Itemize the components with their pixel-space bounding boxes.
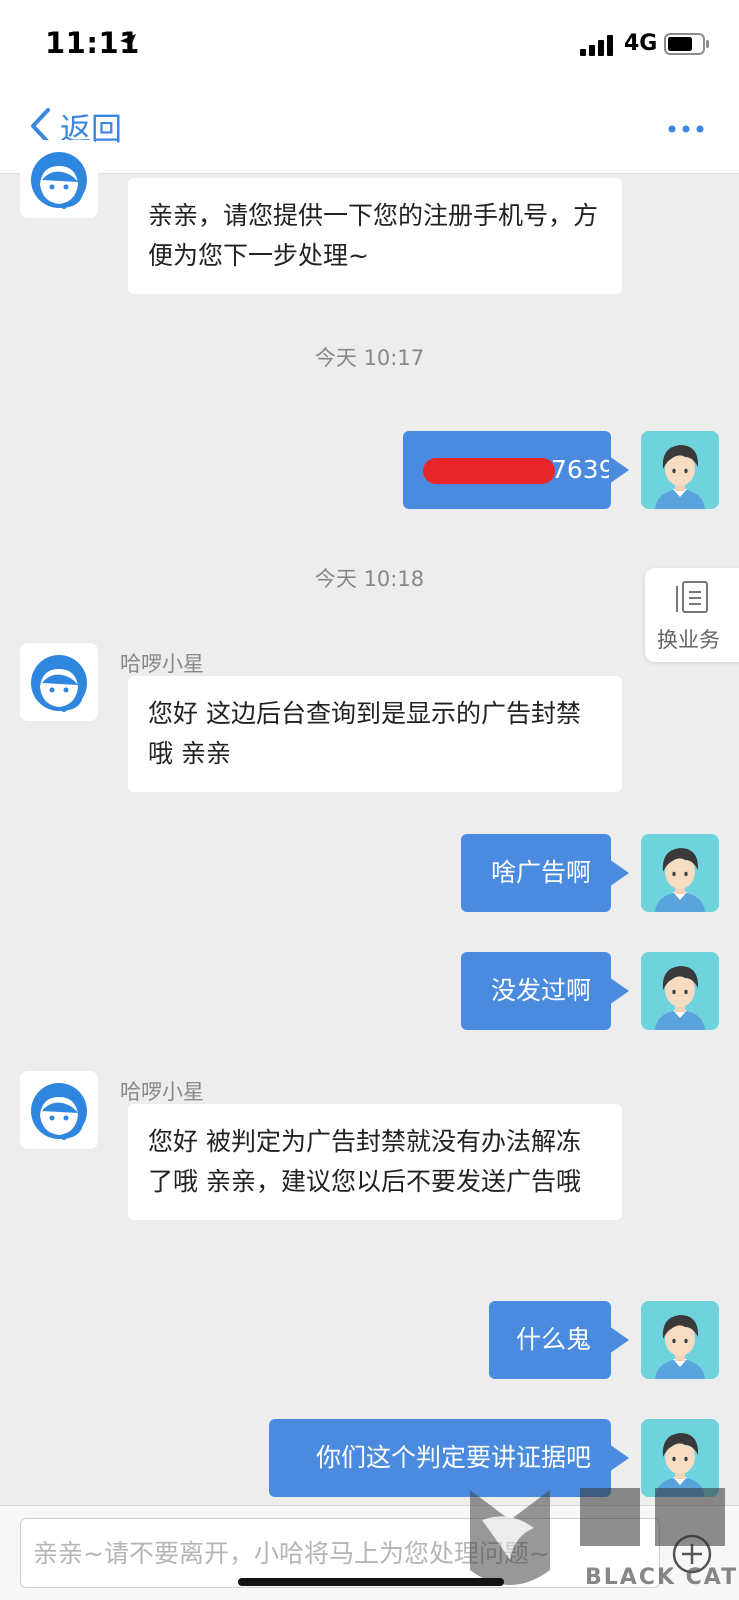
bot-avatar[interactable] <box>20 643 98 721</box>
chat-screen: 11:11 4G 返回 亲亲，请您提供一下您的注册手机号，方便为您下一步处理~ … <box>0 0 739 1600</box>
document-list-icon <box>676 581 708 613</box>
switch-service-label: 换业务 <box>657 628 720 652</box>
network-type: 4G <box>624 31 658 56</box>
more-icon[interactable] <box>666 122 706 136</box>
message-bubble-incoming[interactable]: 您好 被判定为广告封禁就没有办法解冻了哦 亲亲，建议您以后不要发送广告哦 <box>128 1104 622 1220</box>
message-bubble-outgoing[interactable]: 7639 <box>403 431 629 509</box>
user-avatar-icon <box>641 952 719 1030</box>
message-bubble-incoming[interactable]: 您好 这边后台查询到是显示的广告封禁哦 亲亲 <box>128 676 622 792</box>
nav-bar: 返回 <box>0 82 739 174</box>
signal-icon <box>580 34 614 56</box>
user-avatar-icon <box>641 1301 719 1379</box>
user-avatar[interactable] <box>641 834 719 912</box>
message-list[interactable]: 亲亲，请您提供一下您的注册手机号，方便为您下一步处理~ 今天 10:17 763… <box>0 140 739 1505</box>
user-avatar-icon <box>641 431 719 509</box>
redaction-mark <box>423 458 555 484</box>
status-bar: 11:11 4G <box>0 0 739 82</box>
timestamp: 今天 10:17 <box>314 346 425 370</box>
location-arrow-icon <box>120 34 136 50</box>
user-avatar[interactable] <box>641 431 719 509</box>
customer-service-icon <box>31 655 87 712</box>
message-bubble-outgoing[interactable]: 啥广告啊 <box>461 834 629 912</box>
customer-service-icon <box>31 152 87 209</box>
home-indicator[interactable] <box>238 1578 504 1586</box>
message-text: 7639 <box>551 455 615 484</box>
bot-avatar[interactable] <box>20 140 98 218</box>
message-bubble-incoming[interactable]: 亲亲，请您提供一下您的注册手机号，方便为您下一步处理~ <box>128 178 622 294</box>
watermark-text: BLACK CAT <box>585 1565 739 1590</box>
switch-service-button[interactable]: 换业务 <box>645 568 739 662</box>
sender-name: 哈啰小星 <box>120 652 204 676</box>
bot-avatar[interactable] <box>20 1071 98 1149</box>
timestamp: 今天 10:18 <box>314 567 425 591</box>
user-avatar[interactable] <box>641 1301 719 1379</box>
customer-service-icon <box>31 1083 87 1140</box>
message-bubble-outgoing[interactable]: 没发过啊 <box>461 952 629 1030</box>
user-avatar[interactable] <box>641 952 719 1030</box>
sender-name: 哈啰小星 <box>120 1080 204 1104</box>
battery-icon <box>664 33 709 55</box>
user-avatar-icon <box>641 834 719 912</box>
message-bubble-outgoing[interactable]: 什么鬼 <box>489 1301 629 1379</box>
